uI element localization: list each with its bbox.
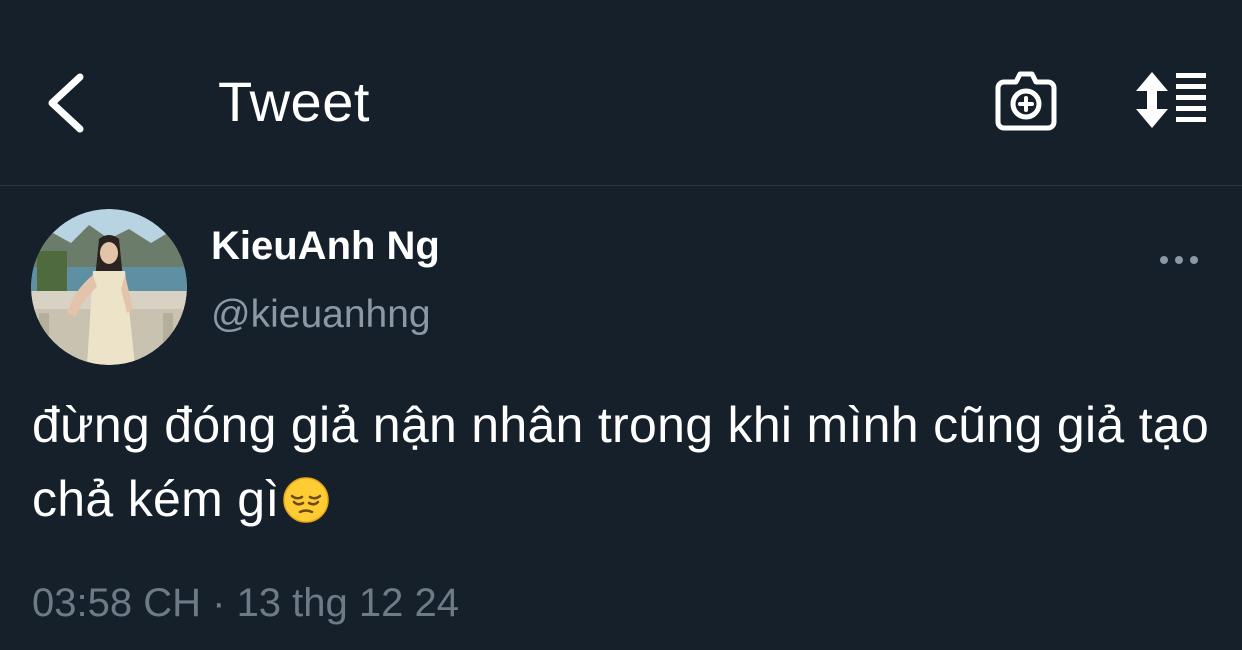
timestamp-separator: ·	[212, 581, 226, 625]
pensive-face-icon	[282, 470, 330, 544]
user-handle[interactable]: @kieuanhng	[211, 292, 431, 338]
avatar[interactable]	[31, 209, 187, 365]
back-button[interactable]	[40, 68, 96, 138]
camera-plus-icon	[995, 71, 1057, 131]
tweet-time: 03:58 CH	[32, 581, 201, 625]
chevron-left-icon	[48, 73, 84, 133]
avatar-photo	[31, 209, 187, 365]
tweet-text: đừng đóng giả nận nhân trong khi mình cũ…	[32, 388, 1212, 544]
top-bar: Tweet	[0, 0, 1242, 186]
more-options-button[interactable]	[1154, 244, 1204, 276]
tweet-screen: Tweet KieuAnh Ng @kieuanhng đừng đóng gi…	[0, 0, 1242, 650]
more-horizontal-icon	[1160, 256, 1198, 264]
tweet-date: 13 thg 12 24	[236, 581, 459, 625]
tweet-timestamp[interactable]: 03:58 CH · 13 thg 12 24	[32, 578, 459, 628]
page-title: Tweet	[218, 70, 370, 133]
camera-button[interactable]	[994, 70, 1058, 132]
display-name[interactable]: KieuAnh Ng	[211, 222, 440, 270]
sort-button[interactable]	[1132, 70, 1208, 130]
sort-icon	[1136, 72, 1206, 128]
tweet-text-content: đừng đóng giả nận nhân trong khi mình cũ…	[32, 397, 1210, 527]
